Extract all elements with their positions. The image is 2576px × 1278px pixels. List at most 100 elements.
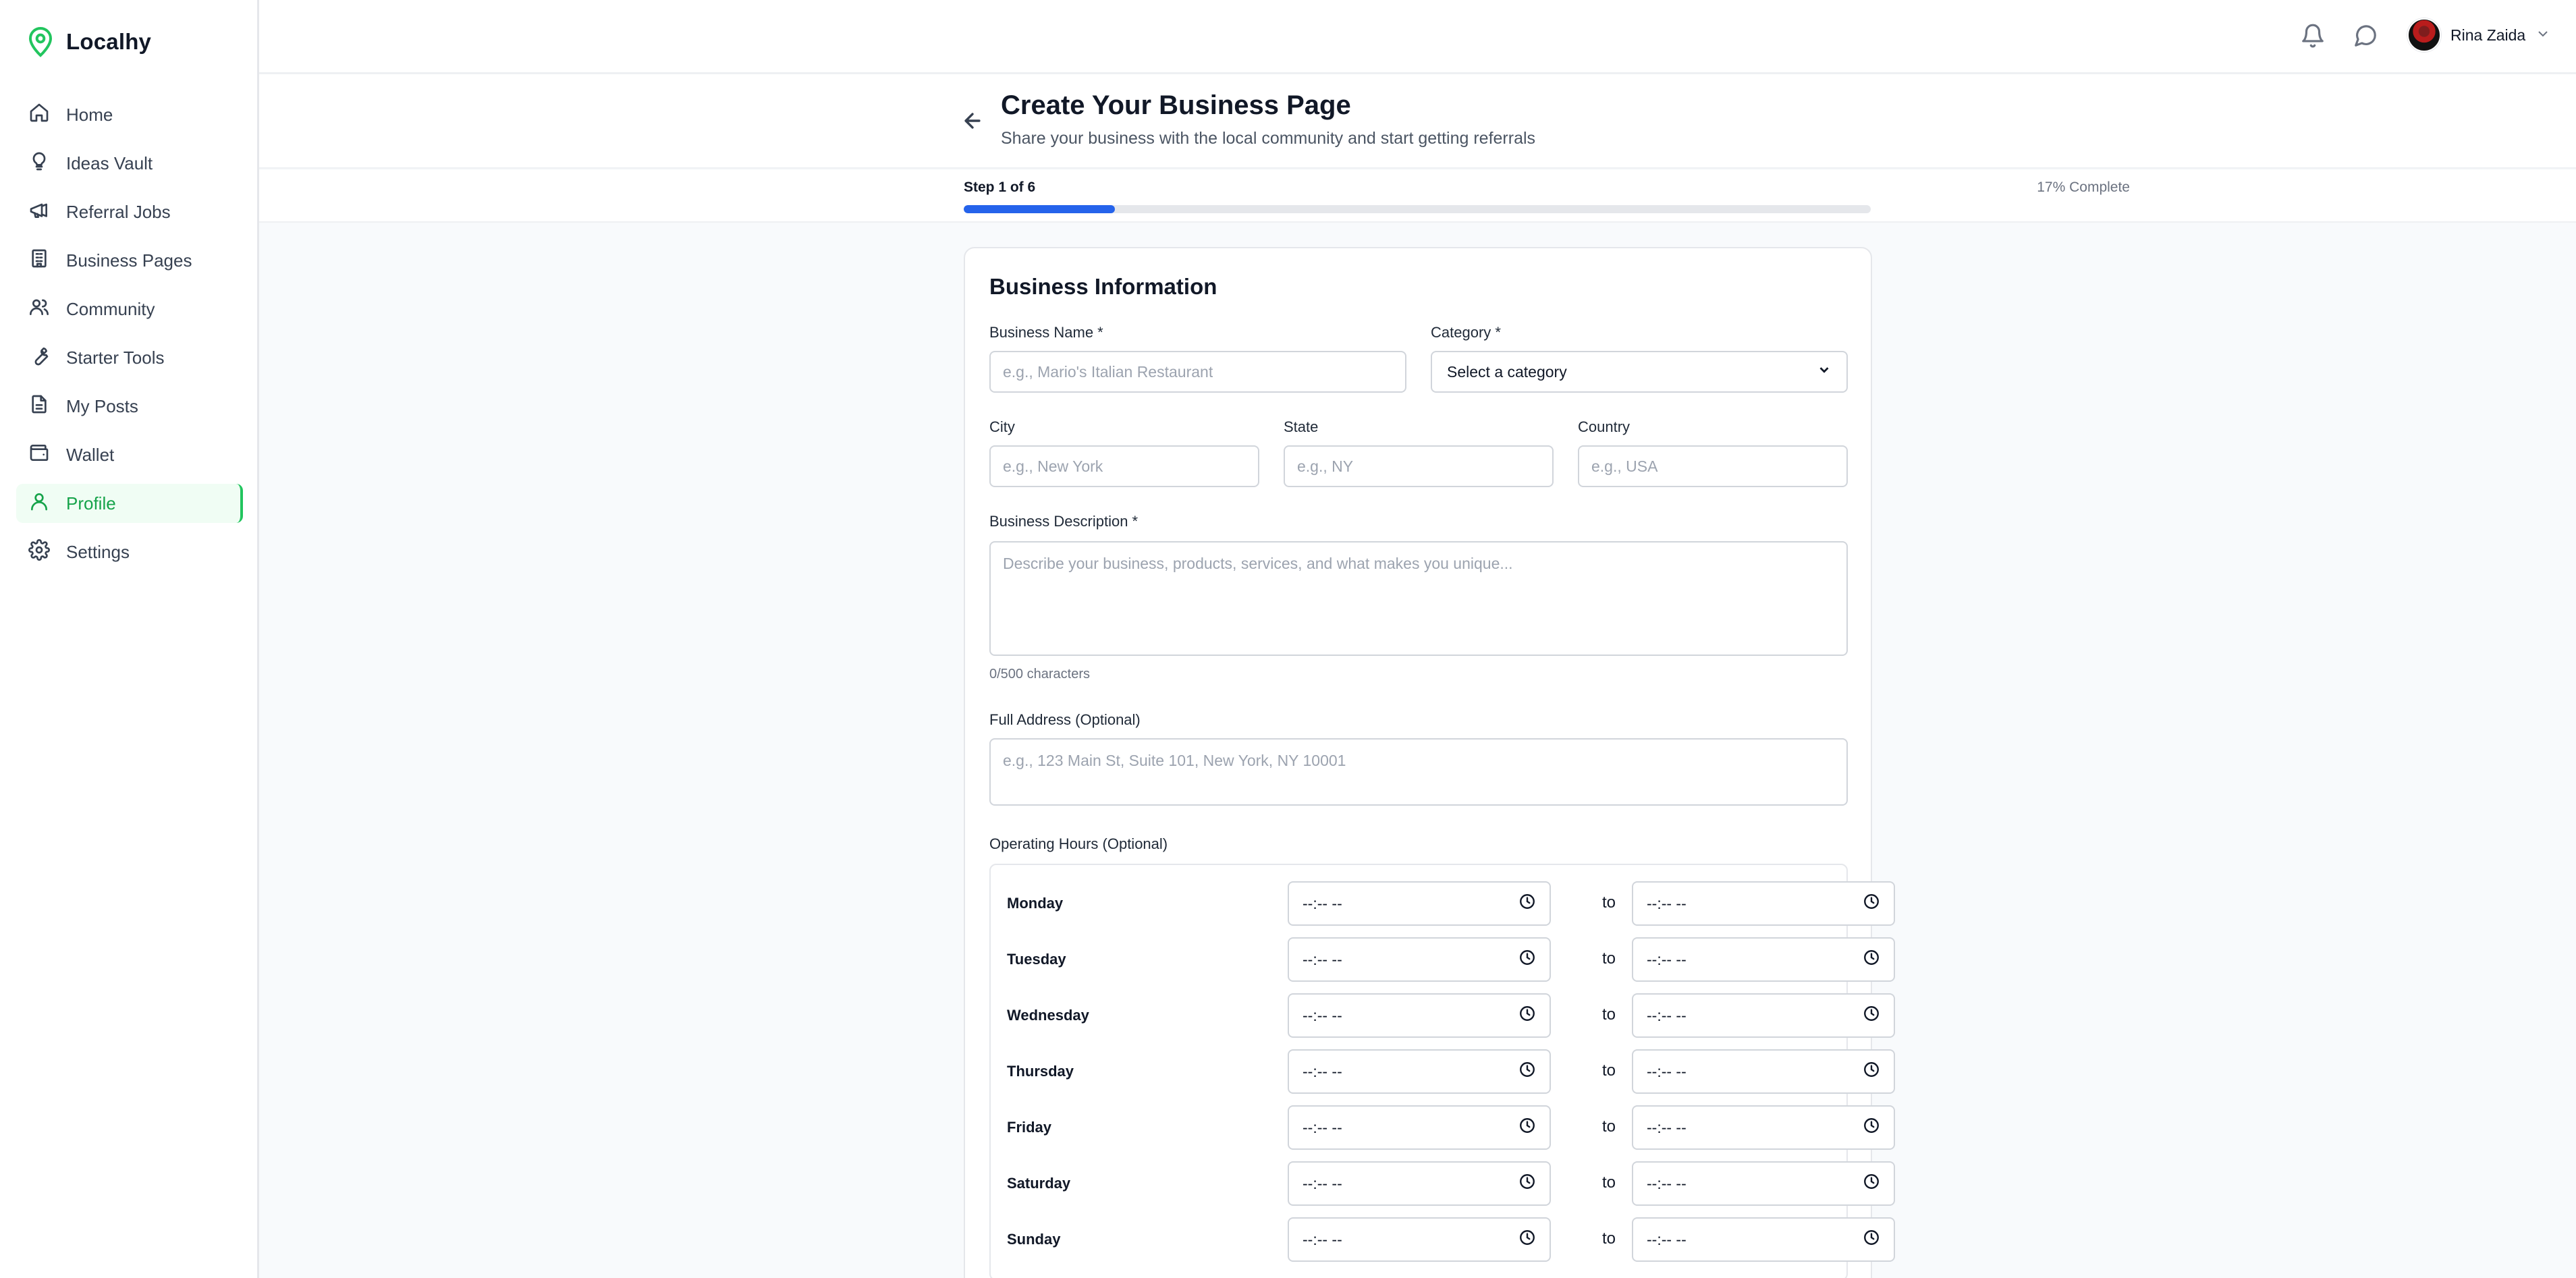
sidebar-item-community[interactable]: Community [16, 289, 243, 329]
category-select[interactable]: Select a category [1431, 351, 1848, 393]
close-time-input[interactable]: --:-- -- [1632, 937, 1895, 982]
clock-icon [1863, 1173, 1880, 1194]
hours-row-wednesday: Wednesday --:-- -- to --:-- -- [991, 993, 1895, 1038]
hours-row-thursday: Thursday --:-- -- to --:-- -- [991, 1049, 1895, 1094]
progress-track [964, 205, 1871, 213]
back-arrow-icon[interactable] [961, 109, 988, 136]
day-name: Monday [1007, 895, 1064, 912]
state-input[interactable] [1284, 445, 1554, 487]
time-placeholder: --:-- -- [1303, 950, 1342, 968]
sidebar-item-label: Community [66, 298, 155, 319]
clock-icon [1518, 949, 1536, 970]
time-placeholder: --:-- -- [1303, 894, 1342, 912]
character-count: 0/500 characters [989, 667, 1090, 682]
close-time-input[interactable]: --:-- -- [1632, 1161, 1895, 1206]
building-icon [28, 248, 50, 274]
close-time-input[interactable]: --:-- -- [1632, 993, 1895, 1038]
time-placeholder: --:-- -- [1647, 894, 1687, 912]
lightbulb-icon [28, 150, 50, 177]
bell-icon[interactable] [2300, 23, 2326, 49]
category-label: Category * [1431, 324, 1501, 341]
clock-icon [1518, 893, 1536, 914]
business-name-input[interactable] [989, 351, 1406, 393]
sidebar-item-label: Referral Jobs [66, 201, 171, 222]
time-placeholder: --:-- -- [1647, 1174, 1687, 1192]
open-time-input[interactable]: --:-- -- [1288, 1105, 1551, 1150]
open-time-input[interactable]: --:-- -- [1288, 993, 1551, 1038]
clock-icon [1518, 1117, 1536, 1138]
close-time-input[interactable]: --:-- -- [1632, 1105, 1895, 1150]
to-label: to [1602, 1117, 1616, 1136]
file-text-icon [28, 393, 50, 420]
sidebar-item-settings[interactable]: Settings [16, 532, 243, 572]
business-info-card: Business Information Business Name * Cat… [964, 247, 1895, 1278]
megaphone-icon [28, 199, 50, 225]
map-pin-icon [27, 26, 54, 58]
hours-row-saturday: Saturday --:-- -- to --:-- -- [991, 1161, 1895, 1206]
open-time-input[interactable]: --:-- -- [1288, 937, 1551, 982]
hours-row-tuesday: Tuesday --:-- -- to --:-- -- [991, 937, 1895, 982]
address-textarea[interactable] [989, 738, 1848, 806]
clock-icon [1863, 949, 1880, 970]
clock-icon [1863, 1229, 1880, 1250]
sidebar-item-profile[interactable]: Profile [16, 484, 243, 523]
city-label: City [989, 418, 1015, 435]
open-time-input[interactable]: --:-- -- [1288, 1161, 1551, 1206]
sidebar-item-label: Profile [66, 493, 116, 513]
clock-icon [1518, 1229, 1536, 1250]
sidebar: Localhy Home Ideas Vault Referral Jobs B… [0, 0, 259, 1278]
chevron-down-icon [2535, 26, 2551, 45]
step-label: Step 1 of 6 [964, 179, 1036, 195]
clock-icon [1518, 1061, 1536, 1082]
page-title: Create Your Business Page [1001, 90, 1351, 120]
page-subtitle: Share your business with the local commu… [1001, 129, 1536, 148]
user-menu[interactable]: Rina Zaida [2407, 18, 2551, 53]
city-input[interactable] [989, 445, 1259, 487]
country-input[interactable] [1578, 445, 1848, 487]
description-textarea[interactable] [989, 541, 1848, 656]
sidebar-item-label: Ideas Vault [66, 152, 153, 173]
open-time-input[interactable]: --:-- -- [1288, 1049, 1551, 1094]
chevron-down-icon [1817, 362, 1832, 381]
brand-logo[interactable]: Localhy [27, 24, 151, 59]
open-time-input[interactable]: --:-- -- [1288, 1217, 1551, 1262]
progress-fill [964, 205, 1116, 213]
message-circle-icon[interactable] [2353, 23, 2378, 49]
to-label: to [1602, 1173, 1616, 1192]
day-name: Wednesday [1007, 1007, 1089, 1024]
day-name: Friday [1007, 1119, 1052, 1136]
sidebar-item-home[interactable]: Home [16, 95, 243, 134]
time-placeholder: --:-- -- [1647, 950, 1687, 968]
clock-icon [1863, 893, 1880, 914]
wrench-icon [28, 345, 50, 371]
home-icon [28, 102, 50, 128]
close-time-input[interactable]: --:-- -- [1632, 1049, 1895, 1094]
clock-icon [1863, 1005, 1880, 1026]
time-placeholder: --:-- -- [1303, 1230, 1342, 1248]
sidebar-item-label: Home [66, 104, 113, 125]
time-placeholder: --:-- -- [1303, 1006, 1342, 1024]
operating-hours-box: Monday --:-- -- to --:-- -- Tuesday --:-… [989, 864, 1895, 1278]
hours-row-monday: Monday --:-- -- to --:-- -- [991, 881, 1895, 926]
to-label: to [1602, 1061, 1616, 1080]
time-placeholder: --:-- -- [1647, 1118, 1687, 1136]
sidebar-item-business-pages[interactable]: Business Pages [16, 241, 243, 280]
sidebar-item-starter-tools[interactable]: Starter Tools [16, 338, 243, 377]
to-label: to [1602, 893, 1616, 912]
sidebar-item-wallet[interactable]: Wallet [16, 435, 243, 474]
open-time-input[interactable]: --:-- -- [1288, 881, 1551, 926]
sidebar-item-label: Wallet [66, 444, 115, 465]
close-time-input[interactable]: --:-- -- [1632, 1217, 1895, 1262]
sidebar-item-ideas-vault[interactable]: Ideas Vault [16, 144, 243, 183]
wallet-icon [28, 442, 50, 468]
brand-name: Localhy [66, 29, 152, 54]
sidebar-item-my-posts[interactable]: My Posts [16, 387, 243, 426]
sidebar-item-referral-jobs[interactable]: Referral Jobs [16, 192, 243, 231]
section-title: Business Information [989, 274, 1217, 299]
day-name: Saturday [1007, 1175, 1071, 1192]
close-time-input[interactable]: --:-- -- [1632, 881, 1895, 926]
business-name-label: Business Name * [989, 324, 1103, 341]
time-placeholder: --:-- -- [1303, 1062, 1342, 1080]
progress-section: Step 1 of 6 17% Complete [259, 170, 2576, 223]
state-label: State [1284, 418, 1319, 435]
